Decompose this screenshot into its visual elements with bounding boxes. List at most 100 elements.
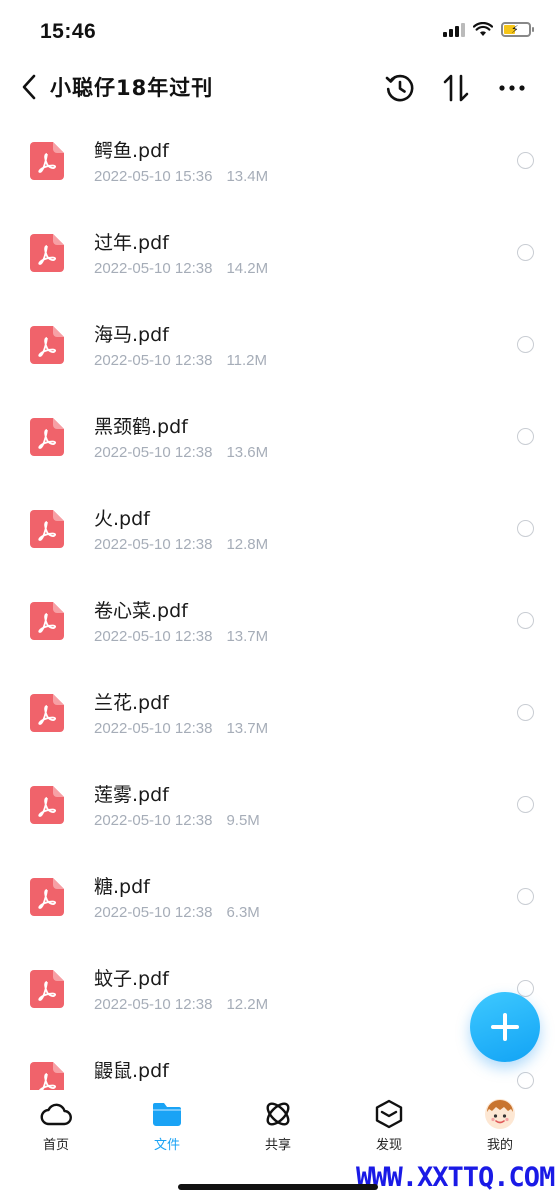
nav-label: 发现	[375, 1138, 402, 1153]
file-name: 黑颈鹤.pdf	[94, 416, 188, 438]
nav-label: 我的	[486, 1138, 513, 1153]
file-size: 13.7M	[226, 628, 269, 645]
file-meta: 2022-05-10 12:38 13.7M	[94, 628, 268, 645]
nav-home[interactable]: 首页	[21, 1098, 91, 1158]
file-row[interactable]: 莲雾.pdf 2022-05-10 12:38 9.5M	[0, 756, 555, 848]
pdf-file-icon	[30, 234, 64, 272]
add-button[interactable]	[470, 992, 540, 1062]
file-name: 鳄鱼.pdf	[94, 140, 169, 162]
home-indicator[interactable]	[178, 1184, 378, 1190]
nav-label: 共享	[264, 1138, 291, 1153]
select-checkbox[interactable]	[517, 428, 534, 445]
pdf-file-icon	[30, 970, 64, 1008]
file-date: 2022-05-10 12:38	[94, 352, 213, 369]
pdf-file-icon	[30, 602, 64, 640]
watermark: WWW.XXTTQ.COM	[356, 1162, 555, 1193]
file-size: 12.8M	[226, 536, 269, 553]
sort-button[interactable]	[438, 70, 474, 106]
file-row[interactable]: 糖.pdf 2022-05-10 12:38 6.3M	[0, 848, 555, 940]
file-size: 6.3M	[226, 904, 260, 921]
select-checkbox[interactable]	[517, 336, 534, 353]
file-row[interactable]: 鳄鱼.pdf 2022-05-10 15:36 13.4M	[0, 112, 555, 204]
select-checkbox[interactable]	[517, 796, 534, 813]
file-meta: 2022-05-10 12:38 12.2M	[94, 996, 268, 1013]
select-checkbox[interactable]	[517, 520, 534, 537]
file-row[interactable]: 海马.pdf 2022-05-10 12:38 11.2M	[0, 296, 555, 388]
wifi-icon	[473, 22, 493, 36]
file-meta: 2022-05-10 12:38 13.7M	[94, 720, 268, 737]
file-name: 鼹鼠.pdf	[94, 1060, 169, 1082]
pdf-file-icon	[30, 694, 64, 732]
pdf-file-icon	[30, 786, 64, 824]
file-name: 兰花.pdf	[94, 692, 169, 714]
cloud-icon	[40, 1098, 72, 1130]
file-size: 13.7M	[226, 720, 269, 737]
file-name: 过年.pdf	[94, 232, 169, 254]
file-meta: 2022-05-10 12:38 6.3M	[94, 904, 260, 921]
nav-share[interactable]: 共享	[243, 1098, 313, 1158]
file-size: 13.6M	[226, 444, 269, 461]
page-title: 小聪仔18年过刊	[50, 76, 214, 100]
file-row[interactable]: 过年.pdf 2022-05-10 12:38 14.2M	[0, 204, 555, 296]
history-button[interactable]	[382, 70, 418, 106]
pdf-file-icon	[30, 510, 64, 548]
file-name: 莲雾.pdf	[94, 784, 169, 806]
pdf-file-icon	[30, 878, 64, 916]
select-checkbox[interactable]	[517, 244, 534, 261]
file-name: 蚊子.pdf	[94, 968, 169, 990]
file-date: 2022-05-10 12:38	[94, 260, 213, 277]
sort-icon	[443, 74, 469, 102]
more-icon	[499, 85, 525, 91]
file-row[interactable]: 火.pdf 2022-05-10 12:38 12.8M	[0, 480, 555, 572]
file-name: 卷心菜.pdf	[94, 600, 188, 622]
file-date: 2022-05-10 15:36	[94, 168, 213, 185]
file-size: 9.5M	[226, 812, 260, 829]
file-size: 12.2M	[226, 996, 269, 1013]
atom-icon	[262, 1098, 294, 1130]
select-checkbox[interactable]	[517, 612, 534, 629]
file-size: 11.2M	[226, 352, 268, 369]
pdf-file-icon	[30, 142, 64, 180]
pdf-file-icon	[30, 418, 64, 456]
back-button[interactable]	[14, 70, 44, 104]
file-row[interactable]: 鼹鼠.pdf	[0, 1032, 555, 1090]
folder-icon	[151, 1098, 183, 1130]
select-checkbox[interactable]	[517, 888, 534, 905]
select-checkbox[interactable]	[517, 152, 534, 169]
file-row[interactable]: 兰花.pdf 2022-05-10 12:38 13.7M	[0, 664, 555, 756]
status-icons: ⚡	[443, 22, 534, 37]
file-date: 2022-05-10 12:38	[94, 904, 213, 921]
select-checkbox[interactable]	[517, 1072, 534, 1089]
file-date: 2022-05-10 12:38	[94, 536, 213, 553]
history-icon	[385, 74, 414, 102]
file-date: 2022-05-10 12:38	[94, 628, 213, 645]
file-row[interactable]: 卷心菜.pdf 2022-05-10 12:38 13.7M	[0, 572, 555, 664]
file-name: 海马.pdf	[94, 324, 169, 346]
file-meta: 2022-05-10 12:38 14.2M	[94, 260, 268, 277]
file-row[interactable]: 黑颈鹤.pdf 2022-05-10 12:38 13.6M	[0, 388, 555, 480]
nav-mine[interactable]: 我的	[465, 1098, 535, 1158]
plus-icon	[491, 1013, 519, 1041]
battery-icon: ⚡	[501, 22, 534, 37]
status-bar: 15:46 ⚡	[0, 0, 555, 64]
file-meta: 2022-05-10 12:38 13.6M	[94, 444, 268, 461]
chevron-left-icon	[22, 74, 36, 100]
file-name: 糖.pdf	[94, 876, 150, 898]
avatar-icon	[484, 1098, 516, 1130]
box-icon	[373, 1098, 405, 1130]
nav-discover[interactable]: 发现	[354, 1098, 424, 1158]
more-button[interactable]	[494, 70, 530, 106]
signal-icon	[443, 22, 465, 37]
pdf-file-icon	[30, 326, 64, 364]
select-checkbox[interactable]	[517, 704, 534, 721]
nav-files[interactable]: 文件	[132, 1098, 202, 1158]
file-date: 2022-05-10 12:38	[94, 812, 213, 829]
file-date: 2022-05-10 12:38	[94, 444, 213, 461]
file-date: 2022-05-10 12:38	[94, 996, 213, 1013]
file-size: 13.4M	[226, 168, 269, 185]
file-size: 14.2M	[226, 260, 269, 277]
file-list: 鳄鱼.pdf 2022-05-10 15:36 13.4M 过年.pdf 2022…	[0, 112, 555, 1090]
nav-label: 首页	[42, 1138, 69, 1153]
file-meta: 2022-05-10 15:36 13.4M	[94, 168, 268, 185]
pdf-file-icon	[30, 1062, 64, 1090]
